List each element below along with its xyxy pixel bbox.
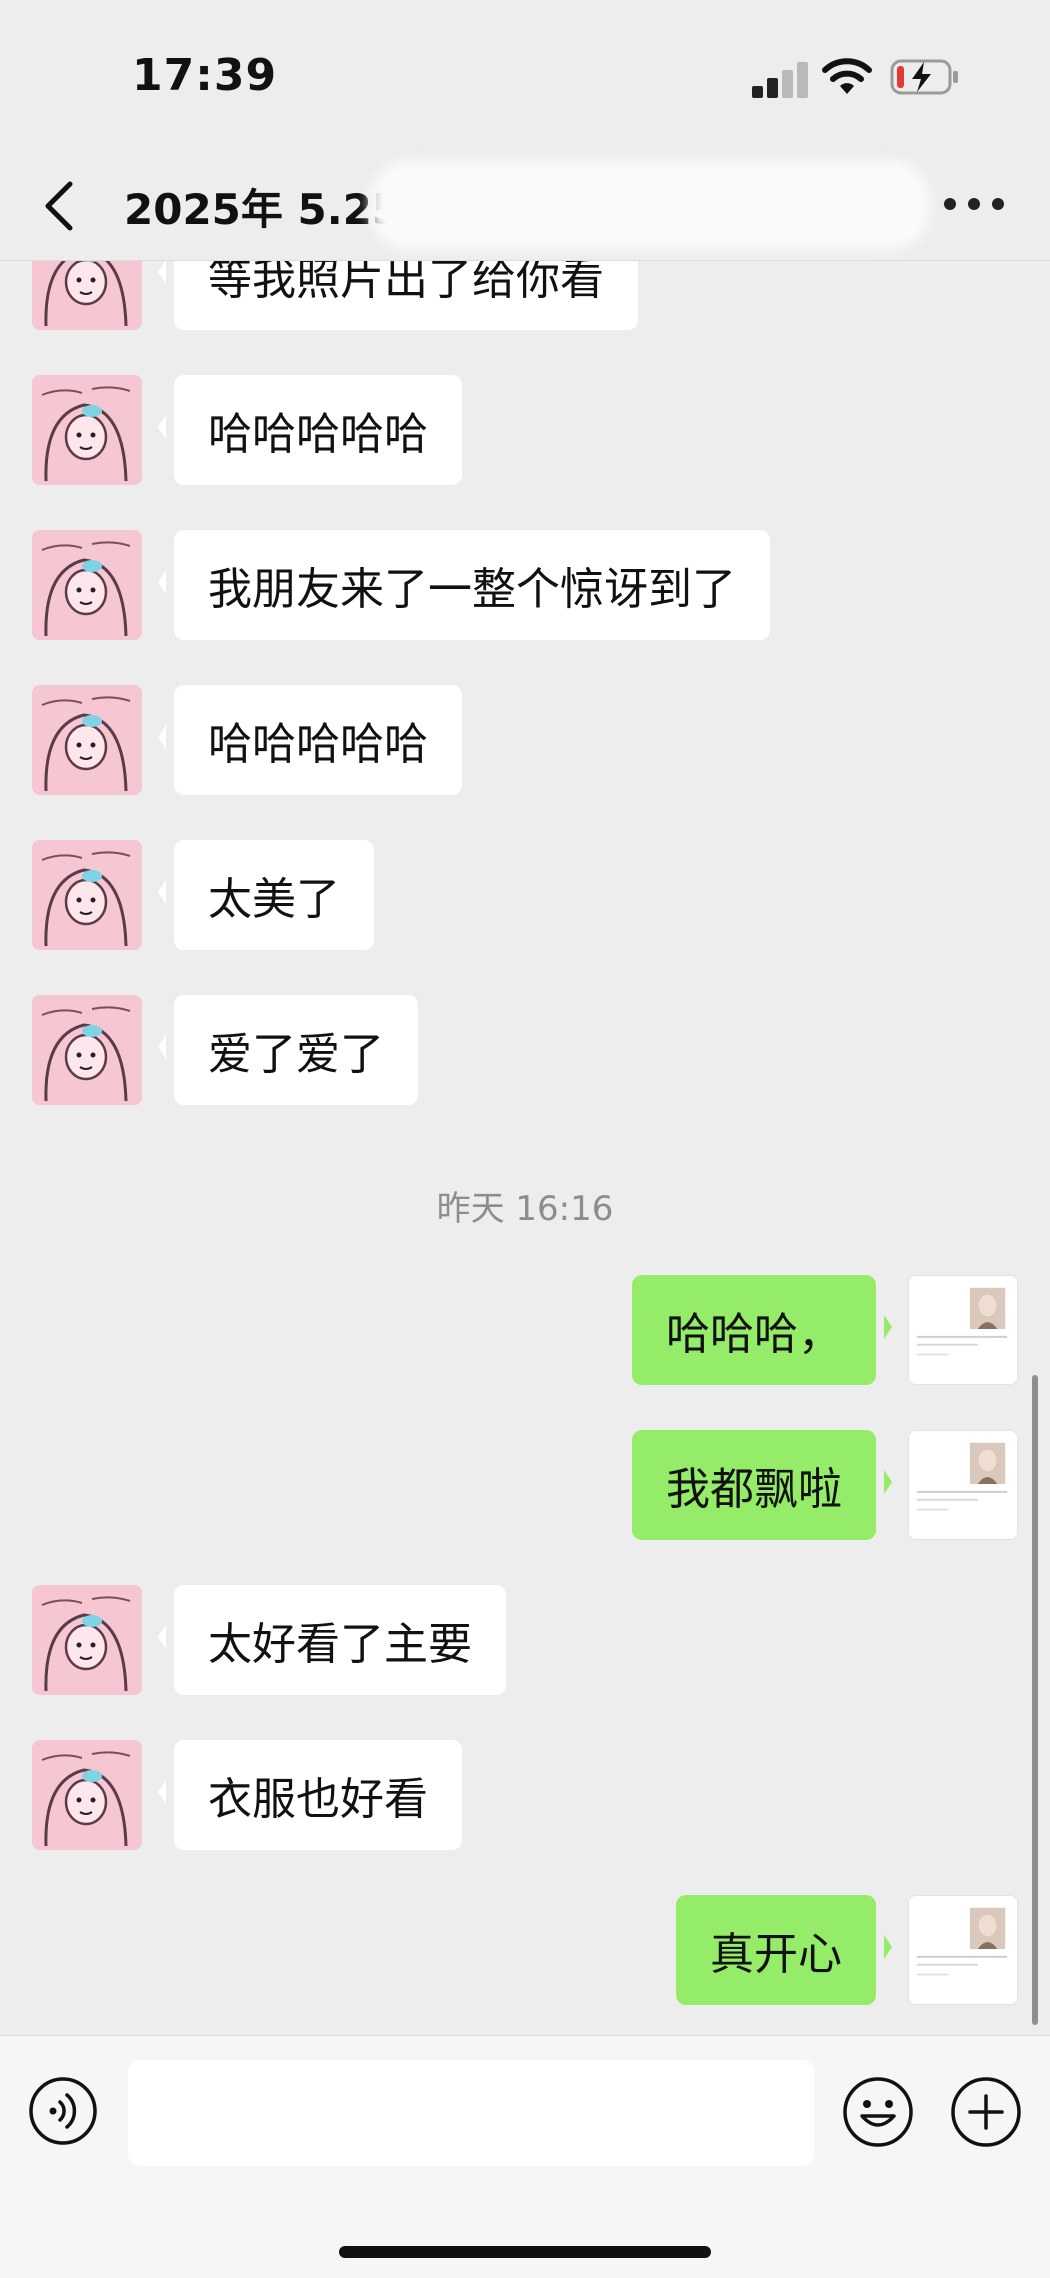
message-bubble[interactable]: 哈哈哈， — [632, 1275, 892, 1385]
self-avatar[interactable] — [908, 1430, 1018, 1540]
message-timestamp: 昨天 16:16 — [436, 1189, 614, 1229]
contact-avatar[interactable] — [32, 530, 142, 640]
message-bubble[interactable]: 太好看了主要 — [158, 1585, 506, 1695]
message-row: 衣服也好看 — [0, 1740, 1050, 1850]
message-input[interactable] — [128, 2060, 814, 2166]
battery-icon — [890, 59, 958, 95]
message-row: 哈哈哈哈哈 — [0, 375, 1050, 485]
message-bubble[interactable]: 哈哈哈哈哈 — [158, 685, 462, 795]
scrollbar[interactable] — [1032, 1375, 1038, 2025]
contact-avatar[interactable] — [32, 1585, 142, 1695]
contact-avatar[interactable] — [32, 840, 142, 950]
message-bubble[interactable]: 我都飘啦 — [632, 1430, 892, 1540]
more-dots-icon[interactable] — [944, 198, 1004, 212]
signal-icon — [752, 60, 810, 98]
message-list[interactable]: 等我照片出了给你看 哈哈哈哈哈 我朋友来了一整个惊讶到了 哈哈哈哈哈 太美了 爱… — [0, 261, 1050, 2035]
chat-title: 2025年 5.25 — [124, 185, 402, 234]
message-row: 哈哈哈哈哈 — [0, 685, 1050, 795]
emoji-icon[interactable] — [842, 2076, 914, 2148]
message-row: 爱了爱了 — [0, 995, 1050, 1105]
home-indicator[interactable] — [339, 2246, 711, 2258]
plus-icon[interactable] — [950, 2076, 1022, 2148]
redaction-overlay — [370, 160, 930, 250]
wifi-icon — [822, 58, 872, 94]
status-bar: 17:39 — [0, 0, 1050, 150]
message-row: 哈哈哈， — [0, 1275, 1050, 1385]
contact-avatar[interactable] — [32, 261, 142, 330]
self-avatar[interactable] — [908, 1895, 1018, 2005]
message-bubble[interactable]: 真开心 — [676, 1895, 892, 2005]
contact-avatar[interactable] — [32, 1740, 142, 1850]
message-bubble[interactable]: 等我照片出了给你看 — [158, 261, 638, 330]
chat-header: 2025年 5.25 — [0, 150, 1050, 261]
message-row: 太美了 — [0, 840, 1050, 950]
contact-avatar[interactable] — [32, 995, 142, 1105]
self-avatar[interactable] — [908, 1275, 1018, 1385]
contact-avatar[interactable] — [32, 685, 142, 795]
message-bubble[interactable]: 哈哈哈哈哈 — [158, 375, 462, 485]
message-row: 太好看了主要 — [0, 1585, 1050, 1695]
message-row: 我朋友来了一整个惊讶到了 — [0, 530, 1050, 640]
message-bubble[interactable]: 爱了爱了 — [158, 995, 418, 1105]
message-bubble[interactable]: 我朋友来了一整个惊讶到了 — [158, 530, 770, 640]
message-row: 等我照片出了给你看 — [0, 261, 1050, 330]
chevron-left-icon[interactable] — [40, 178, 80, 234]
status-time: 17:39 — [132, 50, 278, 101]
voice-icon[interactable] — [28, 2076, 98, 2146]
message-bubble[interactable]: 衣服也好看 — [158, 1740, 462, 1850]
message-bubble[interactable]: 太美了 — [158, 840, 374, 950]
message-row: 我都飘啦 — [0, 1430, 1050, 1540]
input-bar — [0, 2035, 1050, 2278]
contact-avatar[interactable] — [32, 375, 142, 485]
message-row: 真开心 — [0, 1895, 1050, 2005]
